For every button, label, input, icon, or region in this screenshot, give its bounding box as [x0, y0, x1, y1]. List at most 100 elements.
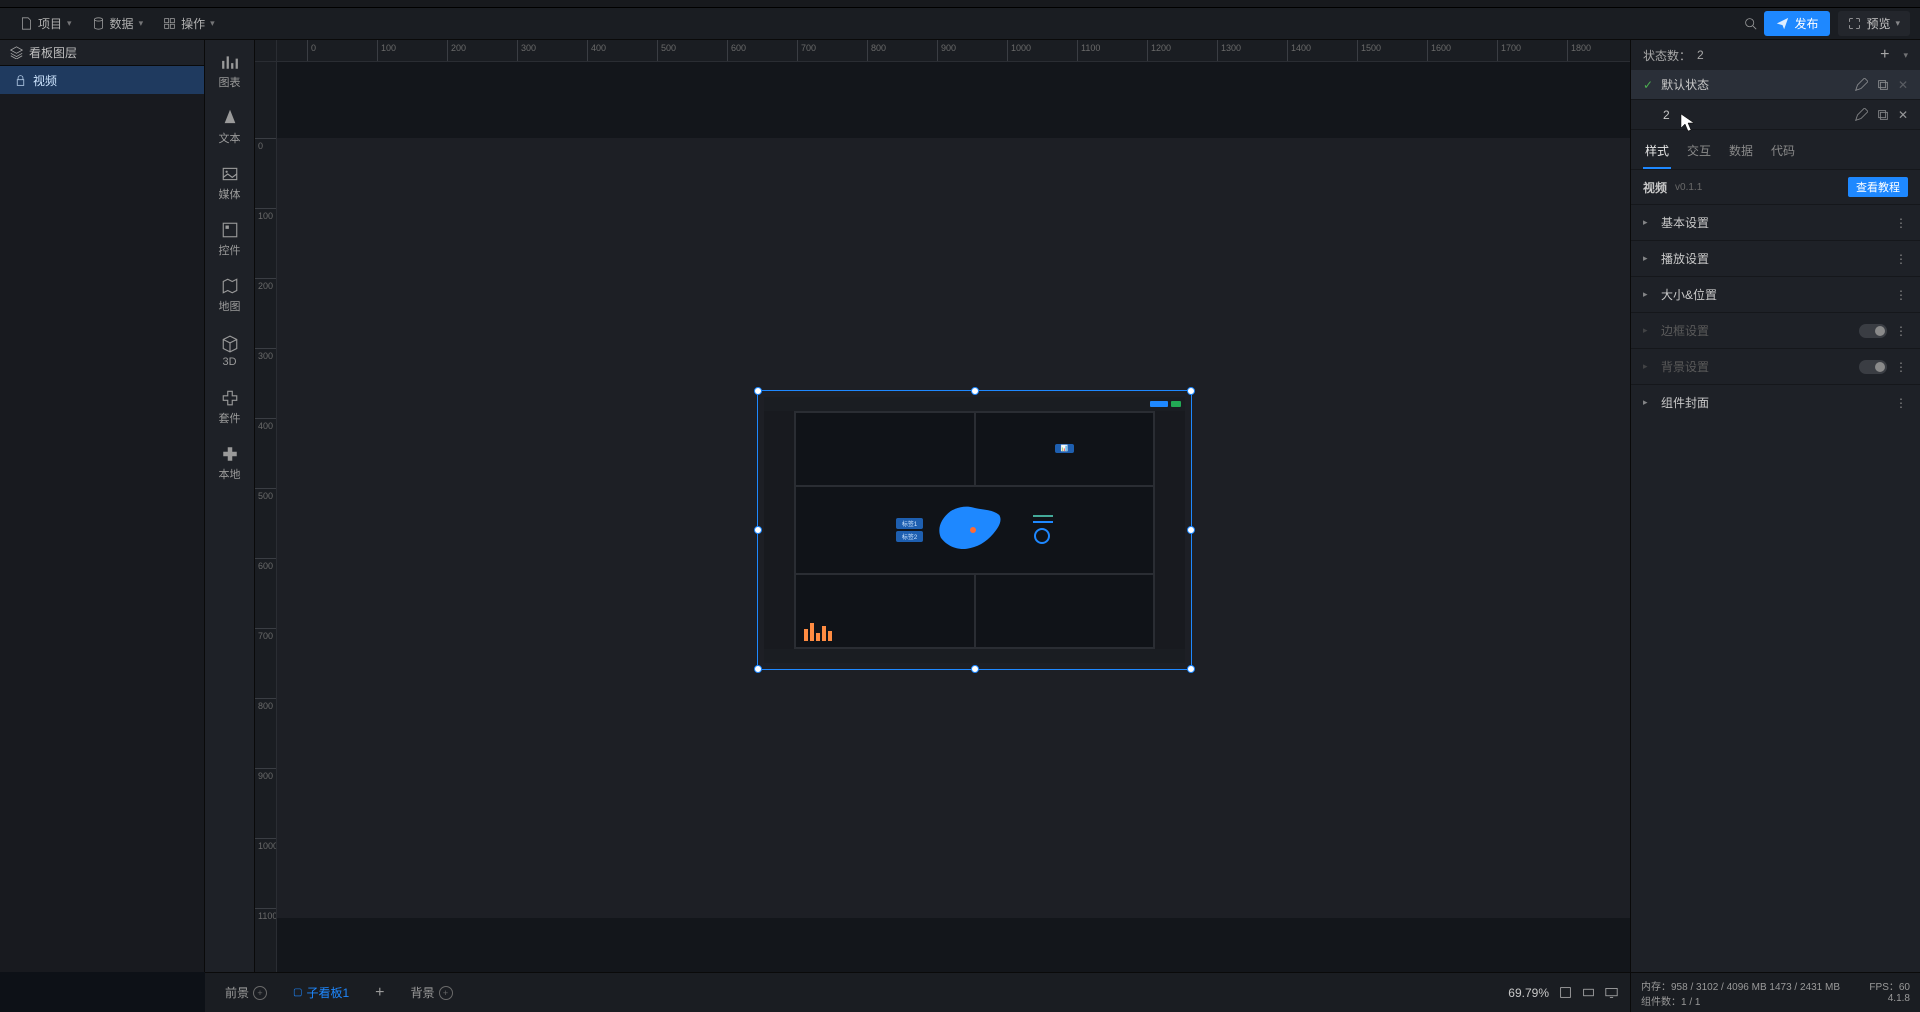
- publish-button[interactable]: 发布: [1764, 11, 1830, 36]
- rail-kit[interactable]: 套件: [207, 384, 253, 430]
- section-basic[interactable]: ▸基本设置⋮: [1631, 204, 1920, 240]
- menu-ops-label: 操作: [181, 15, 205, 32]
- rail-chart[interactable]: 图表: [207, 48, 253, 94]
- ruler-vertical: 0100200300400500600700800900100011001200…: [255, 62, 277, 972]
- more-icon[interactable]: ⋮: [1895, 396, 1908, 410]
- resize-handle[interactable]: [1187, 387, 1195, 395]
- state-2-label: 2: [1663, 108, 1670, 122]
- fit-icon[interactable]: [1559, 986, 1572, 999]
- copy-icon[interactable]: [1876, 108, 1890, 122]
- properties-panel: 状态数： 2 + ▾ ✓ 默认状态 ✕ 2 ✕ 样式 交互 数据 代码: [1630, 40, 1920, 972]
- rail-control[interactable]: 控件: [207, 216, 253, 262]
- layers-icon: [10, 46, 23, 59]
- ruler-horizontal: 0100200300400500600700800900100011001200…: [277, 40, 1630, 62]
- layers-title: 看板图层: [29, 44, 77, 61]
- more-icon[interactable]: ⋮: [1895, 288, 1908, 302]
- close-icon[interactable]: ✕: [1898, 108, 1908, 122]
- tab-data[interactable]: 数据: [1727, 138, 1755, 169]
- chevron-down-icon[interactable]: ▾: [1903, 50, 1908, 61]
- layers-header: 看板图层: [0, 40, 204, 66]
- tab-subboard[interactable]: ▢子看板1: [285, 980, 357, 1005]
- component-name: 视频: [1643, 179, 1667, 196]
- search-button[interactable]: [1736, 10, 1764, 38]
- preview-label: 预览: [1866, 15, 1890, 32]
- resize-handle[interactable]: [1187, 526, 1195, 534]
- resize-handle[interactable]: [971, 665, 979, 673]
- rail-map[interactable]: 地图: [207, 272, 253, 318]
- add-icon[interactable]: +: [439, 986, 453, 1000]
- prop-tabs: 样式 交互 数据 代码: [1631, 130, 1920, 170]
- add-icon[interactable]: +: [253, 986, 267, 1000]
- selection-box[interactable]: 📊 标签1标签2: [757, 390, 1192, 670]
- resize-handle[interactable]: [1187, 665, 1195, 673]
- lock-icon: [14, 74, 27, 87]
- section-border[interactable]: ▸边框设置⋮: [1631, 312, 1920, 348]
- rail-media[interactable]: 媒体: [207, 160, 253, 206]
- tab-foreground[interactable]: 前景+: [217, 980, 275, 1005]
- tab-background[interactable]: 背景+: [403, 980, 461, 1005]
- menu-ops[interactable]: 操作 ▾: [153, 8, 225, 39]
- add-state-button[interactable]: +: [1880, 46, 1889, 64]
- section-play[interactable]: ▸播放设置⋮: [1631, 240, 1920, 276]
- menu-project[interactable]: 项目 ▾: [10, 8, 82, 39]
- more-icon[interactable]: ⋮: [1895, 252, 1908, 266]
- canvas[interactable]: 0100200300400500600700800900100011001200…: [255, 40, 1630, 972]
- resize-handle[interactable]: [971, 387, 979, 395]
- state-2[interactable]: 2 ✕: [1631, 100, 1920, 130]
- section-bg[interactable]: ▸背景设置⋮: [1631, 348, 1920, 384]
- video-preview: 📊 标签1标签2: [764, 397, 1185, 663]
- publish-label: 发布: [1794, 15, 1818, 32]
- tab-interact[interactable]: 交互: [1685, 138, 1713, 169]
- expand-icon: [1848, 17, 1861, 30]
- tab-style[interactable]: 样式: [1643, 138, 1671, 169]
- add-tab-button[interactable]: +: [367, 980, 392, 1006]
- send-icon: [1776, 17, 1789, 30]
- resize-handle[interactable]: [754, 387, 762, 395]
- preview-button[interactable]: 预览 ▾: [1838, 11, 1910, 36]
- layer-label: 视频: [33, 72, 57, 89]
- check-icon: ✓: [1643, 78, 1653, 92]
- component-title-row: 视频 v0.1.1 查看教程: [1631, 170, 1920, 204]
- more-icon[interactable]: ⋮: [1895, 324, 1908, 338]
- status-bar: 内存：958 / 3102 / 4096 MB 1473 / 2431 MB FP…: [1630, 972, 1920, 1012]
- menu-data-label: 数据: [110, 15, 134, 32]
- top-menu-bar: 项目 ▾ 数据 ▾ 操作 ▾ 发布 预览 ▾: [0, 8, 1920, 40]
- bg-toggle[interactable]: [1859, 360, 1887, 374]
- layer-item-video[interactable]: 视频: [0, 66, 204, 94]
- resize-handle[interactable]: [754, 665, 762, 673]
- grid-icon: [163, 17, 176, 30]
- status-memory: 内存：958 / 3102 / 4096 MB 1473 / 2431 MB: [1641, 978, 1840, 993]
- section-size[interactable]: ▸大小&位置⋮: [1631, 276, 1920, 312]
- chevron-down-icon: ▾: [139, 18, 144, 29]
- status-version: 4.1.8: [1888, 993, 1910, 1008]
- close-icon[interactable]: ✕: [1898, 78, 1908, 92]
- tutorial-button[interactable]: 查看教程: [1848, 177, 1908, 197]
- resize-handle[interactable]: [754, 526, 762, 534]
- status-fps: FPS：60: [1869, 978, 1910, 993]
- state-default[interactable]: ✓ 默认状态 ✕: [1631, 70, 1920, 100]
- grid-icon[interactable]: [1582, 986, 1595, 999]
- layers-panel: 看板图层 视频: [0, 40, 205, 972]
- border-toggle[interactable]: [1859, 324, 1887, 338]
- state-default-label: 默认状态: [1661, 76, 1709, 93]
- edit-icon[interactable]: [1854, 108, 1868, 122]
- component-version: v0.1.1: [1675, 182, 1702, 193]
- menu-project-label: 项目: [38, 15, 62, 32]
- screen-icon[interactable]: [1605, 986, 1618, 999]
- rail-text[interactable]: 文本: [207, 104, 253, 150]
- more-icon[interactable]: ⋮: [1895, 360, 1908, 374]
- edit-icon[interactable]: [1854, 78, 1868, 92]
- menu-data[interactable]: 数据 ▾: [82, 8, 154, 39]
- copy-icon[interactable]: [1876, 78, 1890, 92]
- chevron-down-icon: ▾: [210, 18, 215, 29]
- chevron-down-icon: ▾: [1895, 18, 1900, 29]
- state-count-value: 2: [1697, 48, 1704, 62]
- rail-3d[interactable]: 3D: [207, 328, 253, 374]
- tab-code[interactable]: 代码: [1769, 138, 1797, 169]
- file-icon: [20, 17, 33, 30]
- rail-local[interactable]: 本地: [207, 440, 253, 486]
- status-components: 组件数：1 / 1: [1641, 993, 1700, 1008]
- zoom-value[interactable]: 69.79%: [1508, 986, 1549, 1000]
- section-cover[interactable]: ▸组件封面⋮: [1631, 384, 1920, 420]
- more-icon[interactable]: ⋮: [1895, 216, 1908, 230]
